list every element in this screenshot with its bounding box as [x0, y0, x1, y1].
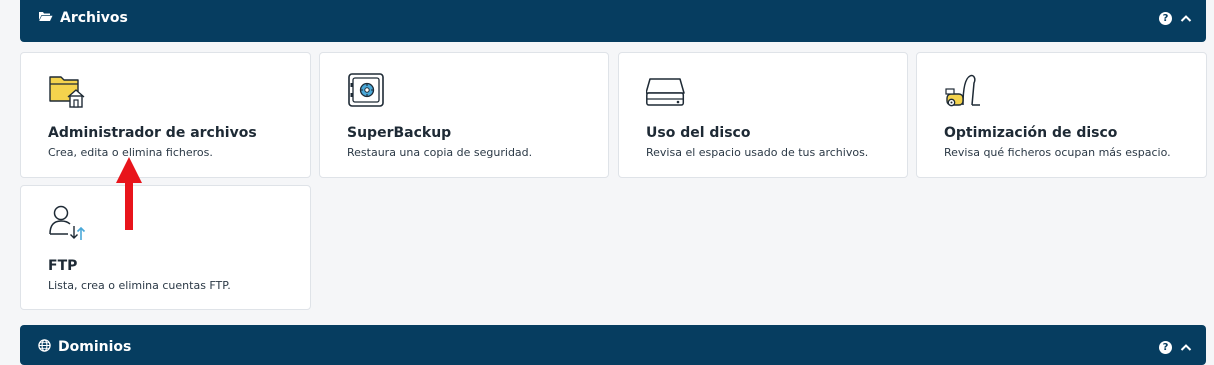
section-title-dominios: Dominios	[38, 338, 132, 356]
card-title: FTP	[48, 258, 78, 274]
card-disk-usage[interactable]: Uso del disco Revisa el espacio usado de…	[618, 52, 908, 178]
card-title: Uso del disco	[646, 125, 751, 141]
chevron-up-icon[interactable]	[1180, 14, 1192, 23]
help-icon[interactable]: ?	[1159, 340, 1172, 354]
user-transfer-icon	[48, 204, 88, 244]
section-header-dominios[interactable]: Dominios ?	[20, 325, 1206, 365]
card-file-manager[interactable]: Administrador de archivos Crea, edita o …	[20, 52, 311, 178]
card-description: Revisa qué ficheros ocupan más espacio.	[944, 146, 1171, 159]
section-header-archivos[interactable]: Archivos ?	[20, 0, 1206, 42]
section-title-text: Archivos	[60, 10, 128, 26]
chevron-up-icon[interactable]	[1180, 343, 1192, 352]
card-title: Administrador de archivos	[48, 125, 257, 141]
annotation-arrow-icon	[116, 157, 142, 230]
card-title: SuperBackup	[347, 125, 452, 141]
globe-icon	[38, 338, 51, 356]
card-description: Lista, crea o elimina cuentas FTP.	[48, 279, 231, 292]
card-description: Revisa el espacio usado de tus archivos.	[646, 146, 869, 159]
safe-icon	[347, 71, 387, 111]
folder-open-icon	[38, 10, 53, 26]
vacuum-cleaner-icon	[944, 71, 984, 111]
section-title-text: Dominios	[58, 339, 132, 355]
folder-home-icon	[48, 71, 88, 111]
help-icon[interactable]: ?	[1159, 11, 1172, 25]
section-title-archivos: Archivos	[38, 10, 128, 26]
card-ftp[interactable]: FTP Lista, crea o elimina cuentas FTP.	[20, 185, 311, 310]
card-disk-optimization[interactable]: Optimización de disco Revisa qué fichero…	[916, 52, 1207, 178]
card-superbackup[interactable]: SuperBackup Restaura una copia de seguri…	[319, 52, 609, 178]
card-description: Restaura una copia de seguridad.	[347, 146, 533, 159]
card-title: Optimización de disco	[944, 125, 1118, 141]
hard-drive-icon	[645, 71, 686, 111]
card-description: Crea, edita o elimina ficheros.	[48, 146, 213, 159]
